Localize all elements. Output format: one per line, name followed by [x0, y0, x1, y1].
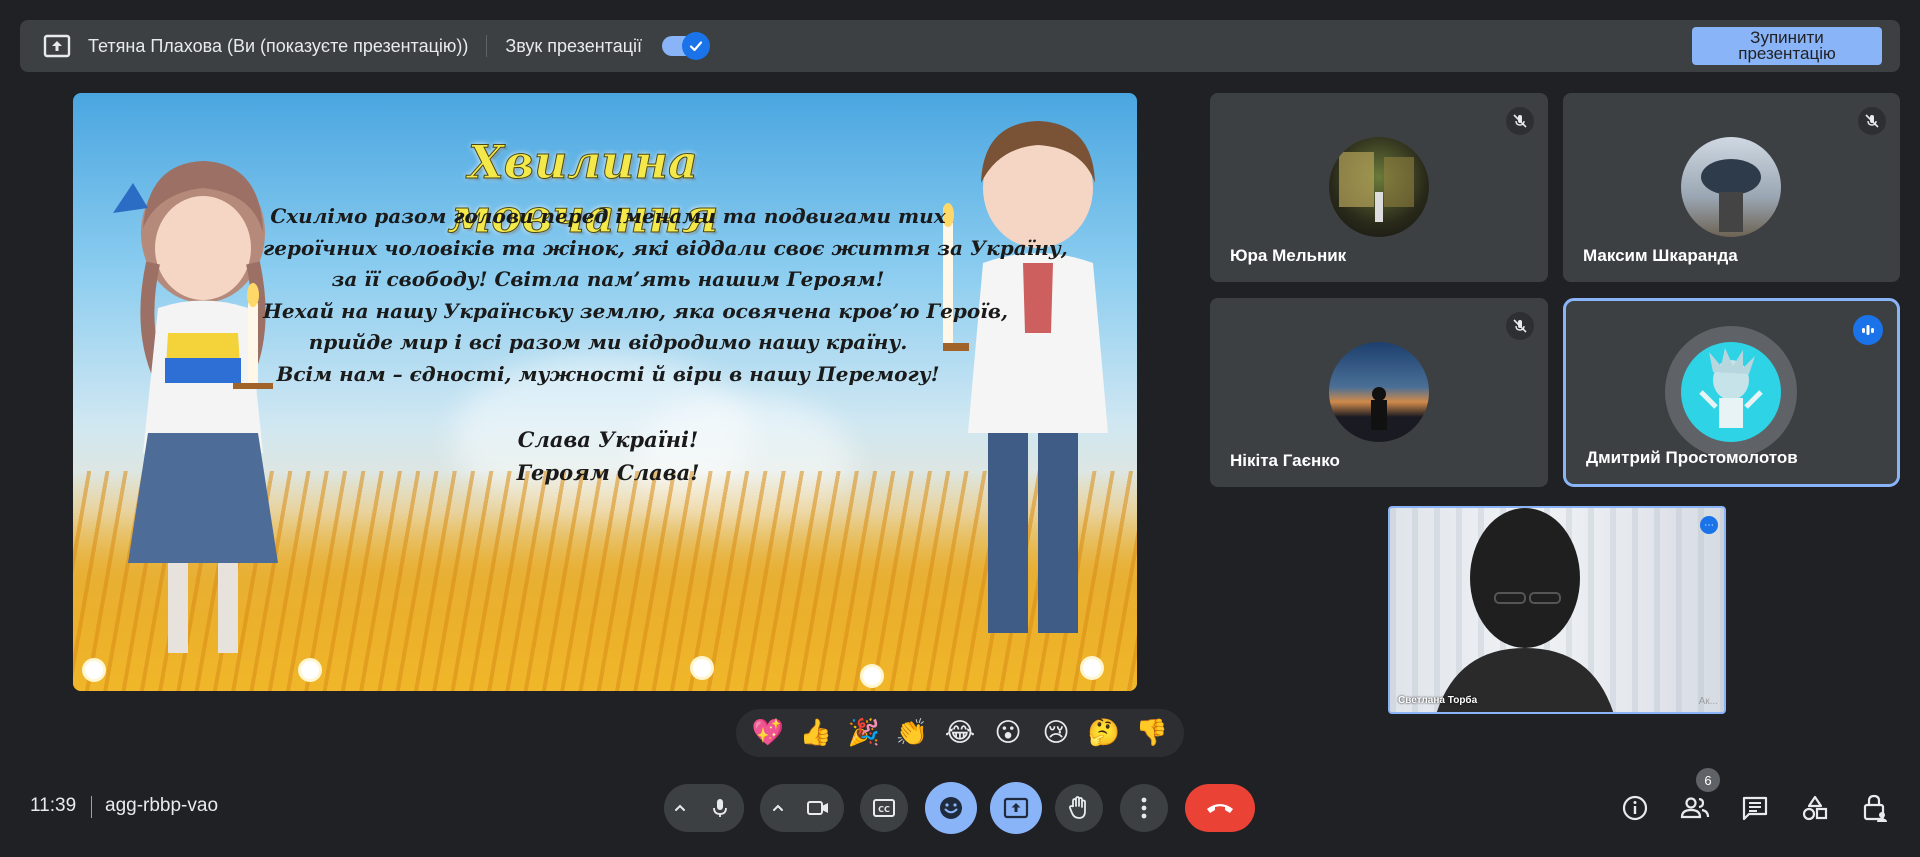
slide-glory-text: Слава Україні! Героям Слава!: [263, 423, 953, 489]
check-icon: [682, 32, 711, 60]
daisy-flower: [693, 659, 711, 677]
reaction-thumbs-up[interactable]: 👍: [796, 713, 836, 753]
present-screen-button[interactable]: [990, 782, 1042, 834]
shapes-icon: [1802, 795, 1828, 821]
activities-button[interactable]: [1795, 788, 1835, 828]
presenting-bar: Тетяна Плахова (Ви (показуєте презентаці…: [20, 20, 1900, 72]
info-icon: [1622, 795, 1648, 821]
slide-text-line: за її свободу! Світла пам’ять нашим Геро…: [331, 267, 885, 291]
slide-text-line: прийде мир і всі разом ми відродимо нашу…: [308, 330, 908, 354]
self-view-watermark: Ак...: [1698, 696, 1718, 707]
lock-person-icon: [1863, 794, 1887, 822]
participant-name: Нікіта Гаєнко: [1230, 451, 1340, 470]
more-options-button[interactable]: [1120, 784, 1168, 832]
audio-options-chevron-up-icon[interactable]: [664, 784, 696, 832]
present-screen-icon: [42, 31, 72, 61]
video-options-chevron-up-icon[interactable]: [762, 784, 794, 832]
divider: [91, 796, 92, 818]
reaction-sparkling-heart[interactable]: 💖: [748, 713, 788, 753]
boy-with-candle-illustration: [943, 121, 1108, 633]
raise-hand-icon: [1069, 796, 1086, 819]
reaction-surprised[interactable]: 😮: [988, 713, 1028, 753]
camera-control: [760, 784, 844, 832]
more-options-icon[interactable]: ⋯: [1700, 516, 1718, 534]
participant-count-badge: 6: [1696, 768, 1720, 792]
svg-text:CC: CC: [878, 805, 890, 814]
avatar: [1681, 137, 1781, 237]
raise-hand-button[interactable]: [1055, 784, 1103, 832]
slide-text-line: Всім нам – єдності, мужності й віри в на…: [276, 361, 940, 386]
participant-tile[interactable]: Нікіта Гаєнко: [1210, 298, 1548, 487]
video-camera-icon: [807, 801, 828, 815]
presentation-sound-toggle[interactable]: [662, 32, 711, 60]
mic-off-icon: [1858, 107, 1886, 135]
people-icon: [1680, 797, 1710, 819]
slide-text-line: героїчних чоловіків та жінок, які віддал…: [263, 235, 1068, 260]
presenter-name: Тетяна Плахова (Ви (показуєте презентаці…: [88, 35, 469, 56]
slide-body-text: Схилімо разом голови перед іменами та по…: [263, 201, 1068, 390]
speaking-indicator-icon: [1853, 315, 1883, 345]
stop-presenting-button[interactable]: Зупинити презентацію: [1692, 27, 1882, 65]
reaction-party-popper[interactable]: 🎉: [844, 713, 884, 753]
participant-name: Юра Мельник: [1230, 246, 1347, 265]
mic-off-icon: [1506, 107, 1534, 135]
participant-tile-speaking[interactable]: Дмитрий Простомолотов: [1563, 298, 1900, 487]
presentation-sound-label: Звук презентації: [505, 35, 643, 56]
chat-button[interactable]: [1735, 788, 1775, 828]
more-vertical-icon: [1141, 797, 1147, 819]
participant-name: Максим Шкаранда: [1583, 246, 1738, 265]
daisy-flower: [85, 661, 103, 679]
camera-button[interactable]: [794, 784, 842, 832]
self-view-video[interactable]: ⋯ Светлана Торба Ак...: [1388, 506, 1726, 714]
meeting-code: agg-rbbp-vao: [105, 795, 219, 816]
avatar: [1329, 137, 1429, 237]
avatar: [1329, 342, 1429, 442]
smiley-face-icon: [940, 797, 962, 819]
slide-text-line: Нехай на нашу Українську землю, яка освя…: [263, 298, 1008, 323]
captions-button[interactable]: CC: [860, 784, 908, 832]
leave-call-button[interactable]: [1185, 784, 1255, 832]
reaction-thinking[interactable]: 🤔: [1084, 713, 1124, 753]
reaction-laughing[interactable]: 😂: [940, 713, 980, 753]
reaction-clapping[interactable]: 👏: [892, 713, 932, 753]
daisy-flower: [301, 661, 319, 679]
participant-name: Дмитрий Простомолотов: [1586, 448, 1798, 467]
host-controls-button[interactable]: [1855, 788, 1895, 828]
avatar: [1681, 342, 1781, 442]
people-button[interactable]: [1675, 788, 1715, 828]
slide-glory-line: Героям Слава!: [516, 460, 700, 485]
closed-captions-icon: CC: [873, 799, 895, 817]
chat-icon: [1742, 796, 1768, 821]
self-view-name: Светлана Торба: [1398, 695, 1478, 706]
microphone-button[interactable]: [696, 784, 744, 832]
present-to-all-icon: [1003, 797, 1029, 819]
self-video-silhouette: [1436, 508, 1614, 712]
meeting-details-button[interactable]: [1615, 788, 1655, 828]
emoji-reactions-button[interactable]: [925, 782, 977, 834]
meeting-time: 11:39: [30, 795, 77, 816]
slide-glory-line: Слава Україні!: [517, 427, 699, 452]
reaction-crying[interactable]: 😢: [1036, 713, 1076, 753]
reaction-thumbs-down[interactable]: 👎: [1132, 713, 1172, 753]
microphone-control: [664, 784, 744, 832]
mic-off-icon: [1506, 312, 1534, 340]
hang-up-icon: [1207, 804, 1233, 813]
divider: [486, 35, 488, 57]
participant-tile[interactable]: Юра Мельник: [1210, 93, 1548, 282]
slide-text-line: Схилімо разом голови перед іменами та по…: [270, 204, 946, 228]
participant-tile[interactable]: Максим Шкаранда: [1563, 93, 1900, 282]
microphone-icon: [713, 799, 727, 817]
daisy-flower: [863, 667, 881, 685]
reactions-bar: 💖 👍 🎉 👏 😂 😮 😢 🤔 👎: [736, 709, 1184, 757]
presentation-slide: Хвилина мовчання Схилімо разом голови пе…: [73, 93, 1137, 691]
